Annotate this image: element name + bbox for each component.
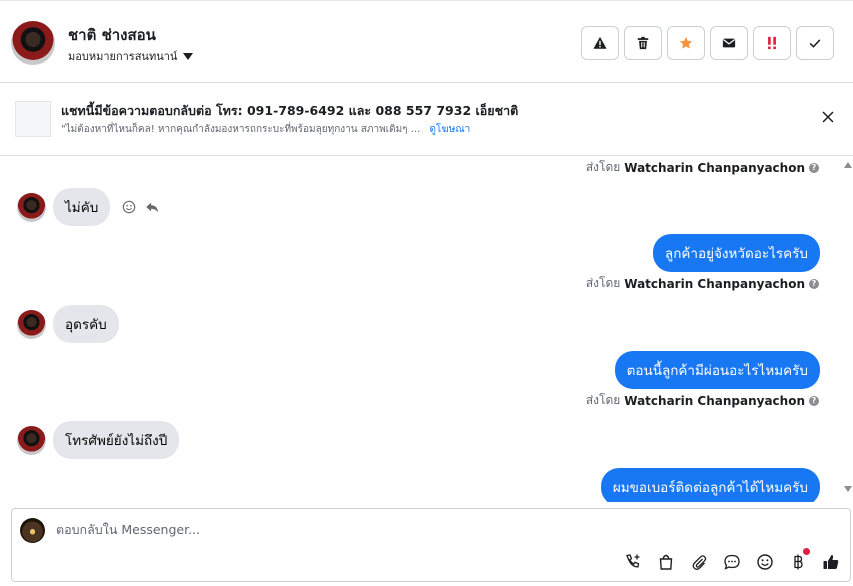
trash-icon [637, 36, 649, 50]
caret-down-icon [183, 52, 194, 60]
emoji-button[interactable] [755, 552, 774, 571]
agent-name: Watcharin Chanpanyachon [624, 393, 805, 408]
attach-button[interactable] [689, 552, 708, 571]
conversation-header: ชาติ ช่างสอน มอบหมายการสนทนาน์ [0, 5, 853, 83]
sent-by-line: ส่งโดย Watcharin Chanpanyachon ? [586, 274, 819, 293]
star-icon [679, 36, 693, 49]
close-icon[interactable] [821, 110, 835, 124]
paperclip-icon [692, 554, 706, 570]
baht-icon [793, 554, 803, 569]
mark-done-button[interactable] [796, 26, 834, 60]
contact-avatar-small [17, 309, 46, 339]
delete-button[interactable] [624, 26, 662, 60]
emoji-react-icon[interactable] [122, 200, 136, 214]
agent-name: Watcharin Chanpanyachon [624, 160, 805, 175]
banner-title: แชทนี้มีข้อความตอบกลับต่อ โทร: 091-789-6… [61, 103, 519, 118]
incoming-message-row: โทรศัพย์ยังไม่ถึงปี [17, 421, 180, 459]
info-icon[interactable]: ? [809, 395, 819, 406]
contact-avatar-small [17, 192, 46, 222]
outgoing-message[interactable]: ตอนนี้ลูกค้ามีผ่อนอะไรไหมครับ [614, 351, 820, 389]
chat-bubble-icon [723, 554, 740, 570]
contact-name[interactable]: ชาติ ช่างสอน [68, 23, 156, 47]
incoming-message[interactable]: อุดรคับ [53, 305, 119, 343]
page-avatar [20, 518, 45, 543]
check-icon [809, 39, 821, 48]
info-icon[interactable]: ? [809, 278, 819, 289]
view-ad-link[interactable]: ดูโฆษณา [429, 124, 470, 135]
saved-replies-button[interactable] [722, 552, 741, 571]
agent-name: Watcharin Chanpanyachon [624, 276, 805, 291]
message-thread: ส่งโดย Watcharin Chanpanyachon ? ไม่คับ … [0, 156, 853, 502]
banner-subtitle: "ไม่ต้องหาที่ไหนก็คล! หากคุณกำลังมองหารถ… [61, 122, 470, 137]
sent-by-line: ส่งโดย Watcharin Chanpanyachon ? [586, 391, 819, 410]
scroll-down-arrow[interactable] [844, 486, 852, 492]
notification-dot [803, 548, 810, 555]
mark-unread-button[interactable] [710, 26, 748, 60]
star-button[interactable] [667, 26, 705, 60]
ad-thumbnail [15, 101, 51, 137]
incoming-message[interactable]: ไม่คับ [53, 188, 111, 226]
reply-composer [11, 508, 851, 582]
warning-icon [593, 36, 607, 49]
reply-input[interactable] [56, 522, 816, 537]
incoming-message-row: ไม่คับ [17, 188, 159, 226]
outgoing-message[interactable]: ลูกค้าอยู่จังหวัดอะไรครับ [652, 234, 820, 272]
incoming-message[interactable]: โทรศัพย์ยังไม่ถึงปี [53, 421, 180, 459]
follow-up-button[interactable] [753, 26, 791, 60]
like-button[interactable] [821, 552, 840, 571]
shop-button[interactable] [656, 552, 675, 571]
composer-tools [623, 548, 840, 571]
sent-by-line: ส่งโดย Watcharin Chanpanyachon ? [586, 158, 819, 177]
ad-context-banner: แชทนี้มีข้อความตอบกลับต่อ โทร: 091-789-6… [0, 84, 853, 156]
ad-excerpt: "ไม่ต้องหาที่ไหนก็คล! หากคุณกำลังมองหารถ… [61, 124, 421, 135]
assign-conversation-dropdown[interactable]: มอบหมายการสนทนาน์ [68, 47, 194, 65]
phone-add-icon [625, 553, 639, 567]
header-actions [581, 26, 834, 60]
contact-avatar-small [17, 425, 46, 455]
message-actions [122, 200, 159, 214]
sent-by-prefix: ส่งโดย [585, 276, 621, 290]
assign-label: มอบหมายการสนทนาน์ [68, 50, 178, 63]
envelope-icon [722, 38, 736, 48]
incoming-message-row: อุดรคับ [17, 305, 119, 343]
thumbs-up-icon [823, 554, 838, 569]
spam-button[interactable] [581, 26, 619, 60]
info-icon[interactable]: ? [809, 162, 819, 173]
reply-icon[interactable] [145, 200, 159, 214]
shopping-bag-icon [659, 554, 672, 570]
sent-by-prefix: ส่งโดย [585, 393, 621, 407]
payment-button[interactable] [788, 548, 810, 571]
exclamation-icon [768, 36, 776, 50]
outgoing-message[interactable]: ผมขอเบอร์ติดต่อลูกค้าได้ไหมครับ [600, 468, 820, 502]
scroll-up-arrow[interactable] [844, 162, 852, 168]
contact-avatar[interactable] [11, 21, 55, 65]
sent-by-prefix: ส่งโดย [585, 160, 621, 174]
emoji-icon [756, 553, 773, 570]
call-button[interactable] [623, 552, 642, 571]
